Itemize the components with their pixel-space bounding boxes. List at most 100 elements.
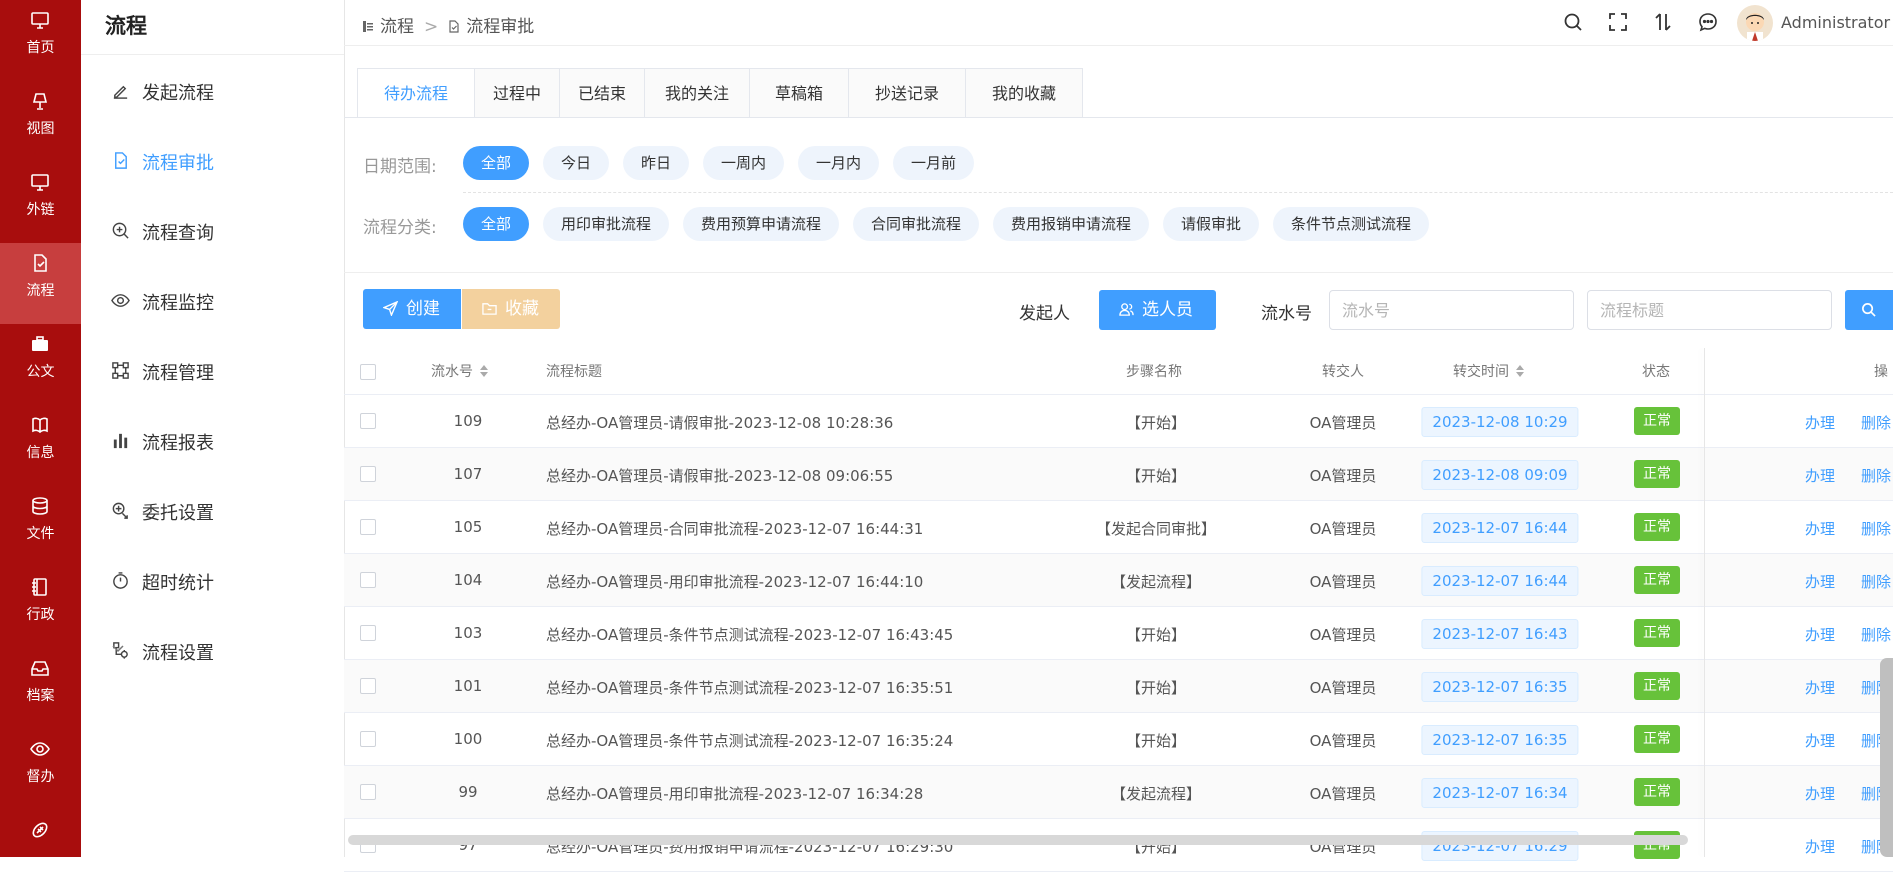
handle-link[interactable]: 办理: [1805, 783, 1835, 804]
cell-title[interactable]: 总经办-OA管理员-用印审批流程-2023-12-07 16:34:28: [546, 783, 923, 804]
category-chip-contract[interactable]: 合同审批流程: [853, 207, 980, 241]
fullscreen-icon[interactable]: [1608, 12, 1628, 32]
handle-link[interactable]: 办理: [1805, 730, 1835, 751]
row-checkbox[interactable]: [360, 625, 376, 641]
row-checkbox[interactable]: [360, 519, 376, 535]
vertical-scrollbar[interactable]: [1880, 658, 1893, 857]
rail-item-info[interactable]: 信息: [0, 405, 81, 486]
handle-link[interactable]: 办理: [1805, 412, 1835, 433]
user-name[interactable]: Administrator: [1781, 13, 1890, 32]
top-header: 流程 > 流程审批 Administrator: [344, 0, 1893, 46]
date-chip-all[interactable]: 全部: [463, 146, 530, 180]
tab-following[interactable]: 我的关注: [645, 69, 750, 118]
cell-title[interactable]: 总经办-OA管理员-请假审批-2023-12-08 10:28:36: [546, 412, 893, 433]
menu-item-timeout-stats[interactable]: 超时统计: [81, 545, 344, 615]
menu-item-flow-management[interactable]: 流程管理: [81, 335, 344, 405]
favorite-button[interactable]: 收藏: [462, 289, 560, 329]
rail-item-document[interactable]: 公文: [0, 324, 81, 405]
date-chip-month[interactable]: 一月内: [798, 146, 880, 180]
table-row[interactable]: 107 总经办-OA管理员-请假审批-2023-12-08 09:06:55 【…: [344, 448, 1893, 501]
handle-link[interactable]: 办理: [1805, 518, 1835, 539]
category-chip-reimburse[interactable]: 费用报销申请流程: [993, 207, 1150, 241]
table-row[interactable]: 100 总经办-OA管理员-条件节点测试流程-2023-12-07 16:35:…: [344, 713, 1893, 766]
cell-title[interactable]: 总经办-OA管理员-合同审批流程-2023-12-07 16:44:31: [546, 518, 923, 539]
row-checkbox[interactable]: [360, 572, 376, 588]
category-chip-seal[interactable]: 用印审批流程: [543, 207, 670, 241]
row-checkbox[interactable]: [360, 466, 376, 482]
serial-input[interactable]: [1329, 290, 1574, 330]
category-chip-condition-test[interactable]: 条件节点测试流程: [1273, 207, 1430, 241]
monitor-icon: [31, 12, 49, 29]
menu-item-flow-monitor[interactable]: 流程监控: [81, 265, 344, 335]
message-icon[interactable]: [1698, 12, 1718, 32]
delete-link[interactable]: 删除: [1861, 465, 1891, 486]
title-input[interactable]: [1587, 290, 1832, 330]
create-button[interactable]: 创建: [363, 289, 461, 329]
horizontal-scrollbar[interactable]: [348, 835, 1688, 845]
row-checkbox[interactable]: [360, 784, 376, 800]
cell-title[interactable]: 总经办-OA管理员-条件节点测试流程-2023-12-07 16:35:51: [546, 677, 953, 698]
cell-title[interactable]: 总经办-OA管理员-用印审批流程-2023-12-07 16:44:10: [546, 571, 923, 592]
menu-item-flow-query[interactable]: 流程查询: [81, 195, 344, 265]
rail-item-supervise[interactable]: 督办: [0, 729, 81, 810]
table-row[interactable]: 105 总经办-OA管理员-合同审批流程-2023-12-07 16:44:31…: [344, 501, 1893, 554]
select-person-button[interactable]: 选人员: [1099, 290, 1216, 330]
breadcrumb-item-flow[interactable]: 流程: [380, 17, 414, 37]
search-button[interactable]: [1845, 290, 1893, 330]
row-checkbox[interactable]: [360, 413, 376, 429]
table-row[interactable]: 104 总经办-OA管理员-用印审批流程-2023-12-07 16:44:10…: [344, 554, 1893, 607]
table-row[interactable]: 101 总经办-OA管理员-条件节点测试流程-2023-12-07 16:35:…: [344, 660, 1893, 713]
table-row[interactable]: 109 总经办-OA管理员-请假审批-2023-12-08 10:28:36 【…: [344, 395, 1893, 448]
tab-finished[interactable]: 已结束: [560, 69, 645, 118]
date-chip-week[interactable]: 一周内: [703, 146, 785, 180]
column-header-serial[interactable]: 流水号: [431, 361, 489, 381]
rail-item-view[interactable]: 视图: [0, 81, 81, 162]
row-checkbox[interactable]: [360, 731, 376, 747]
handle-link[interactable]: 办理: [1805, 624, 1835, 645]
handle-link[interactable]: 办理: [1805, 465, 1835, 486]
rail-item-home[interactable]: 首页: [0, 0, 81, 81]
cell-title[interactable]: 总经办-OA管理员-条件节点测试流程-2023-12-07 16:35:24: [546, 730, 953, 751]
tab-drafts[interactable]: 草稿箱: [750, 69, 849, 118]
switch-icon[interactable]: [1653, 12, 1673, 32]
category-chip-all[interactable]: 全部: [463, 207, 530, 241]
cell-title[interactable]: 总经办-OA管理员-请假审批-2023-12-08 09:06:55: [546, 465, 893, 486]
table-row[interactable]: 97 总经办-OA管理员-费用报销申请流程-2023-12-07 16:29:3…: [344, 819, 1893, 872]
delete-link[interactable]: 删除: [1861, 624, 1891, 645]
row-checkbox[interactable]: [360, 678, 376, 694]
date-chip-before-month[interactable]: 一月前: [893, 146, 975, 180]
rail-item-flow[interactable]: 流程: [0, 243, 81, 324]
delete-link[interactable]: 删除: [1861, 518, 1891, 539]
search-icon[interactable]: [1563, 12, 1583, 32]
date-chip-today[interactable]: 今日: [543, 146, 610, 180]
table-row[interactable]: 99 总经办-OA管理员-用印审批流程-2023-12-07 16:34:28 …: [344, 766, 1893, 819]
rail-item-admin[interactable]: 行政: [0, 567, 81, 648]
select-all-checkbox[interactable]: [360, 364, 376, 380]
handle-link[interactable]: 办理: [1805, 836, 1835, 857]
menu-item-flow-report[interactable]: 流程报表: [81, 405, 344, 475]
rail-item-file[interactable]: 文件: [0, 486, 81, 567]
date-chip-yesterday[interactable]: 昨日: [623, 146, 690, 180]
delete-link[interactable]: 删除: [1861, 571, 1891, 592]
tab-in-progress[interactable]: 过程中: [475, 69, 560, 118]
menu-item-flow-approval[interactable]: 流程审批: [81, 125, 344, 195]
menu-item-delegate-settings[interactable]: 委托设置: [81, 475, 344, 545]
rail-item-more[interactable]: [0, 810, 81, 857]
rail-item-link[interactable]: 外链: [0, 162, 81, 243]
rail-item-archive[interactable]: 档案: [0, 648, 81, 729]
handle-link[interactable]: 办理: [1805, 677, 1835, 698]
tab-cc-records[interactable]: 抄送记录: [849, 69, 966, 118]
menu-item-flow-settings[interactable]: 流程设置: [81, 615, 344, 685]
tab-pending[interactable]: 待办流程: [358, 69, 475, 118]
handle-link[interactable]: 办理: [1805, 571, 1835, 592]
flow-tabs: 待办流程 过程中 已结束 我的关注 草稿箱 抄送记录 我的收藏: [357, 68, 1083, 118]
category-chip-leave[interactable]: 请假审批: [1163, 207, 1260, 241]
column-header-time[interactable]: 转交时间: [1453, 361, 1525, 381]
cell-title[interactable]: 总经办-OA管理员-条件节点测试流程-2023-12-07 16:43:45: [546, 624, 953, 645]
category-chip-budget[interactable]: 费用预算申请流程: [683, 207, 840, 241]
table-row[interactable]: 103 总经办-OA管理员-条件节点测试流程-2023-12-07 16:43:…: [344, 607, 1893, 660]
tab-favorites[interactable]: 我的收藏: [966, 69, 1082, 118]
avatar[interactable]: [1737, 5, 1773, 41]
delete-link[interactable]: 删除: [1861, 412, 1891, 433]
menu-item-start-flow[interactable]: 发起流程: [81, 55, 344, 125]
